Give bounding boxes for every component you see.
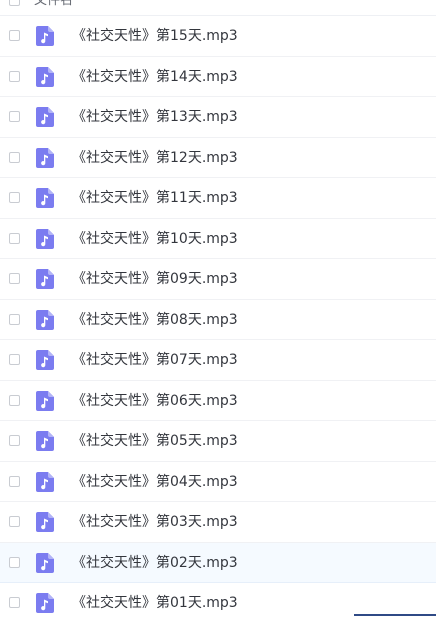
file-row[interactable]: 《社交天性》第12天.mp3: [0, 138, 436, 178]
row-checkbox[interactable]: [9, 30, 20, 41]
audio-file-icon: [36, 309, 54, 330]
file-list: 《社交天性》第15天.mp3 《社交天性》第14天.mp3 《社交天性》第13天.m…: [0, 16, 436, 617]
audio-file-icon: [36, 390, 54, 411]
file-name[interactable]: 《社交天性》第12天.mp3: [72, 149, 238, 167]
file-row[interactable]: 《社交天性》第06天.mp3: [0, 381, 436, 421]
file-row[interactable]: 《社交天性》第07天.mp3: [0, 340, 436, 381]
file-name[interactable]: 《社交天性》第10天.mp3: [72, 230, 238, 248]
audio-file-icon: [36, 228, 54, 249]
file-name[interactable]: 《社交天性》第13天.mp3: [72, 108, 238, 126]
file-name[interactable]: 《社交天性》第14天.mp3: [72, 68, 238, 86]
audio-file-icon: [36, 431, 54, 451]
row-checkbox[interactable]: [9, 394, 20, 406]
row-checkbox[interactable]: [9, 313, 20, 325]
audio-file-icon: [36, 66, 54, 87]
row-checkbox[interactable]: [9, 556, 20, 568]
file-row[interactable]: 《社交天性》第09天.mp3: [0, 259, 436, 300]
file-row[interactable]: 《社交天性》第04天.mp3: [0, 462, 436, 502]
audio-file-icon: [36, 593, 54, 613]
file-list-header: 文件名: [0, 0, 436, 16]
audio-file-icon: [36, 26, 54, 46]
file-name[interactable]: 《社交天性》第03天.mp3: [72, 513, 238, 531]
file-name[interactable]: 《社交天性》第01天.mp3: [72, 594, 238, 612]
audio-file-icon: [36, 512, 54, 532]
select-all-checkbox[interactable]: [9, 0, 20, 6]
row-checkbox[interactable]: [9, 111, 20, 122]
audio-file-icon: [36, 107, 54, 127]
column-header-filename[interactable]: 文件名: [34, 0, 73, 9]
file-row[interactable]: 《社交天性》第15天.mp3: [0, 16, 436, 57]
row-checkbox[interactable]: [9, 273, 20, 284]
file-name[interactable]: 《社交天性》第09天.mp3: [72, 270, 238, 288]
file-row[interactable]: 《社交天性》第13天.mp3: [0, 97, 436, 138]
file-row[interactable]: 《社交天性》第03天.mp3: [0, 502, 436, 543]
file-row[interactable]: 《社交天性》第11天.mp3: [0, 178, 436, 219]
row-checkbox[interactable]: [9, 516, 20, 527]
row-checkbox[interactable]: [9, 597, 20, 608]
row-checkbox[interactable]: [9, 435, 20, 446]
file-list-page: 文件名 《社交天性》第15天.mp3 《社交天性》第14天.mp3 《社交天性》第1…: [0, 0, 436, 617]
audio-file-icon: [36, 147, 54, 168]
file-row[interactable]: 《社交天性》第08天.mp3: [0, 300, 436, 340]
row-checkbox[interactable]: [9, 232, 20, 244]
file-name[interactable]: 《社交天性》第02天.mp3: [72, 554, 238, 572]
audio-file-icon: [36, 552, 54, 573]
file-name[interactable]: 《社交天性》第05天.mp3: [72, 432, 238, 450]
file-row[interactable]: 《社交天性》第14天.mp3: [0, 57, 436, 97]
file-name[interactable]: 《社交天性》第04天.mp3: [72, 473, 238, 491]
audio-file-icon: [36, 269, 54, 289]
audio-file-icon: [36, 471, 54, 492]
scroll-indicator[interactable]: [354, 614, 436, 616]
file-row[interactable]: 《社交天性》第05天.mp3: [0, 421, 436, 462]
file-row[interactable]: 《社交天性》第01天.mp3: [0, 583, 436, 617]
file-name[interactable]: 《社交天性》第11天.mp3: [72, 189, 238, 207]
file-row[interactable]: 《社交天性》第10天.mp3: [0, 219, 436, 259]
audio-file-icon: [36, 350, 54, 370]
row-checkbox[interactable]: [9, 70, 20, 82]
file-name[interactable]: 《社交天性》第08天.mp3: [72, 311, 238, 329]
file-name[interactable]: 《社交天性》第15天.mp3: [72, 27, 238, 45]
row-checkbox[interactable]: [9, 192, 20, 203]
file-name[interactable]: 《社交天性》第07天.mp3: [72, 351, 238, 369]
audio-file-icon: [36, 188, 54, 208]
file-row[interactable]: 《社交天性》第02天.mp3: [0, 542, 436, 583]
row-checkbox[interactable]: [9, 475, 20, 487]
row-checkbox[interactable]: [9, 354, 20, 365]
row-checkbox[interactable]: [9, 151, 20, 163]
file-name[interactable]: 《社交天性》第06天.mp3: [72, 392, 238, 410]
